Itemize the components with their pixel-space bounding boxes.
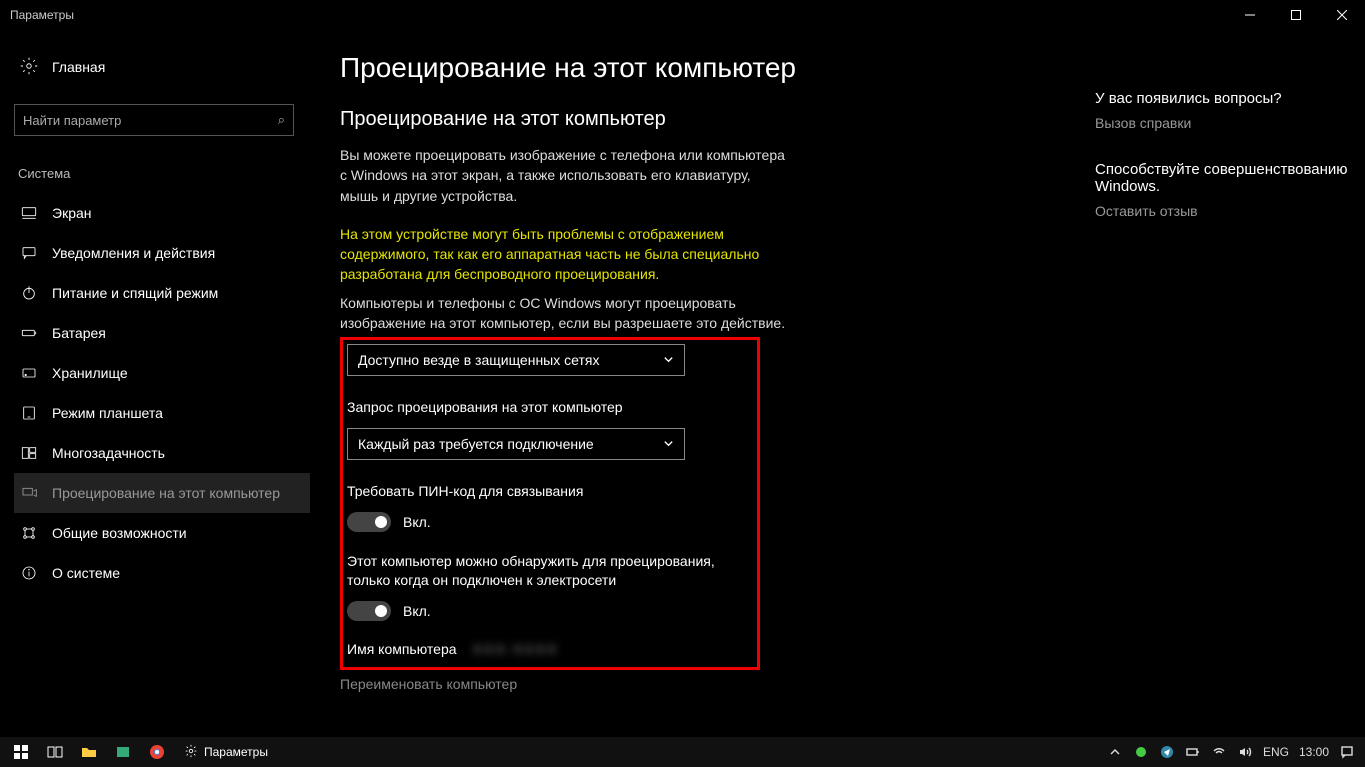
tablet-icon: [20, 405, 38, 421]
explorer-button[interactable]: [72, 737, 106, 767]
taskbar-app-label: Параметры: [204, 745, 268, 759]
plugged-toggle-state: Вкл.: [403, 603, 431, 619]
chevron-down-icon: [663, 352, 674, 368]
sidebar-item-power[interactable]: Питание и спящий режим: [14, 273, 310, 313]
sidebar-item-multitask[interactable]: Многозадачность: [14, 433, 310, 473]
taskbar: Параметры ENG 13:00: [0, 737, 1365, 767]
maximize-button[interactable]: [1273, 0, 1319, 30]
warning-text: На этом устройстве могут быть проблемы с…: [340, 224, 800, 285]
home-button[interactable]: Главная: [14, 48, 310, 86]
sidebar-item-label: Многозадачность: [52, 445, 165, 461]
tray-telegram-icon[interactable]: [1159, 744, 1175, 760]
tray-battery-icon[interactable]: [1185, 744, 1201, 760]
shared-icon: [20, 525, 38, 541]
help-link[interactable]: Вызов справки: [1095, 115, 1355, 131]
pin-toggle[interactable]: [347, 512, 391, 532]
sidebar-item-label: Проецирование на этот компьютер: [52, 485, 280, 501]
search-icon: ⌕: [278, 112, 285, 128]
sidebar-item-battery[interactable]: Батарея: [14, 313, 310, 353]
sidebar-item-label: Батарея: [52, 325, 106, 341]
feedback-title: Способствуйте совершенствованию Windows.: [1095, 161, 1355, 195]
description: Вы можете проецировать изображение с тел…: [340, 145, 790, 206]
tray-volume-icon[interactable]: [1237, 744, 1253, 760]
sidebar-item-display[interactable]: Экран: [14, 193, 310, 233]
sidebar-item-label: Хранилище: [52, 365, 128, 381]
page-title: Проецирование на этот компьютер: [340, 52, 1075, 84]
multitask-icon: [20, 445, 38, 461]
section-title: Проецирование на этот компьютер: [340, 108, 1075, 131]
storage-icon: [20, 365, 38, 381]
tray-action-center-icon[interactable]: [1339, 744, 1355, 760]
rename-pc-link[interactable]: Переименовать компьютер: [340, 676, 1075, 692]
help-title: У вас появились вопросы?: [1095, 90, 1355, 107]
home-label: Главная: [52, 59, 105, 75]
sidebar-item-label: Режим планшета: [52, 405, 163, 421]
gear-icon: [184, 744, 198, 761]
monitor-icon: [20, 205, 38, 221]
system-tray: ENG 13:00: [1107, 744, 1361, 760]
sidebar: Главная ⌕ Система Экран Уведомления и де…: [0, 30, 310, 737]
highlight-box: Доступно везде в защищенных сетях Запрос…: [340, 337, 760, 669]
plugged-label: Этот компьютер можно обнаружить для прое…: [347, 552, 747, 591]
ask-label: Запрос проецирования на этот компьютер: [347, 398, 747, 418]
chat-icon: [20, 245, 38, 261]
sidebar-item-storage[interactable]: Хранилище: [14, 353, 310, 393]
sidebar-item-notifications[interactable]: Уведомления и действия: [14, 233, 310, 273]
dropdown-value: Доступно везде в защищенных сетях: [358, 352, 599, 368]
battery-icon: [20, 325, 38, 341]
chevron-down-icon: [663, 436, 674, 452]
sidebar-item-label: Общие возможности: [52, 525, 187, 541]
info-icon: [20, 565, 38, 581]
tray-status-icon[interactable]: [1133, 744, 1149, 760]
ask-dropdown[interactable]: Каждый раз требуется подключение: [347, 428, 685, 460]
sidebar-item-projecting[interactable]: Проецирование на этот компьютер: [14, 473, 310, 513]
sidebar-item-shared[interactable]: Общие возможности: [14, 513, 310, 553]
close-button[interactable]: [1319, 0, 1365, 30]
sidebar-item-label: Экран: [52, 205, 92, 221]
feedback-link[interactable]: Оставить отзыв: [1095, 203, 1355, 219]
tray-language[interactable]: ENG: [1263, 745, 1289, 759]
plugged-toggle[interactable]: [347, 601, 391, 621]
pin-label: Требовать ПИН-код для связывания: [347, 482, 747, 502]
sidebar-item-label: О системе: [52, 565, 120, 581]
pc-name-value: XXX-XXXX: [473, 641, 559, 657]
group-label: Система: [14, 166, 310, 181]
sidebar-item-label: Уведомления и действия: [52, 245, 215, 261]
minimize-button[interactable]: [1227, 0, 1273, 30]
titlebar-title: Параметры: [10, 8, 1227, 22]
right-column: У вас появились вопросы? Вызов справки С…: [1095, 30, 1365, 737]
search-input-container[interactable]: ⌕: [14, 104, 294, 136]
tray-chevron-up-icon[interactable]: [1107, 744, 1123, 760]
sidebar-item-tablet[interactable]: Режим планшета: [14, 393, 310, 433]
power-icon: [20, 285, 38, 301]
search-input[interactable]: [23, 113, 278, 128]
gear-icon: [20, 57, 38, 78]
availability-dropdown[interactable]: Доступно везде в защищенных сетях: [347, 344, 685, 376]
titlebar: Параметры: [0, 0, 1365, 30]
sidebar-item-about[interactable]: О системе: [14, 553, 310, 593]
dropdown-value: Каждый раз требуется подключение: [358, 436, 594, 452]
tray-clock[interactable]: 13:00: [1299, 745, 1329, 759]
tray-wifi-icon[interactable]: [1211, 744, 1227, 760]
sidebar-item-label: Питание и спящий режим: [52, 285, 218, 301]
pc-name-label: Имя компьютера: [347, 641, 457, 657]
project-icon: [20, 485, 38, 501]
pin-toggle-state: Вкл.: [403, 514, 431, 530]
taskbar-app-settings[interactable]: Параметры: [174, 737, 278, 767]
permission-text: Компьютеры и телефоны с ОС Windows могут…: [340, 293, 800, 334]
app-button-1[interactable]: [106, 737, 140, 767]
start-button[interactable]: [4, 737, 38, 767]
taskview-button[interactable]: [38, 737, 72, 767]
chrome-button[interactable]: [140, 737, 174, 767]
main-content: Проецирование на этот компьютер Проециро…: [310, 30, 1095, 737]
